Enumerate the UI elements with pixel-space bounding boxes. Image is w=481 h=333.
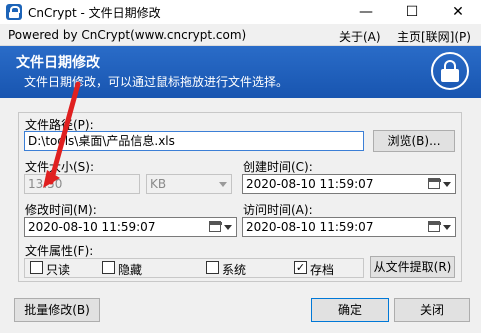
archive-checkbox[interactable]: ✓ <box>294 261 307 274</box>
system-checkbox[interactable] <box>206 261 219 274</box>
menu-about[interactable]: 关于(A) <box>339 28 381 45</box>
batch-modify-button[interactable]: 批量修改(B) <box>14 298 100 322</box>
chevron-down-icon[interactable] <box>224 225 232 230</box>
hidden-label[interactable]: 隐藏 <box>118 261 142 278</box>
lock-body-icon <box>441 69 459 82</box>
menu-home[interactable]: 主页[联网](P) <box>397 28 471 45</box>
window-title: CnCrypt - 文件日期修改 <box>28 6 161 20</box>
close-button[interactable]: 关闭 <box>394 298 470 322</box>
size-label: 文件大小(S): <box>25 160 95 174</box>
readonly-checkbox[interactable] <box>30 261 43 274</box>
accessed-datetime[interactable]: 2020-08-10 11:59:07 <box>242 217 456 237</box>
minimize-button[interactable]: — <box>343 0 389 24</box>
modified-datetime[interactable]: 2020-08-10 11:59:07 <box>24 217 237 237</box>
size-input: 13.50 <box>24 174 140 194</box>
calendar-icon[interactable] <box>209 221 222 232</box>
chevron-down-icon <box>219 182 227 187</box>
cncrypt-lock-icon <box>6 4 22 20</box>
path-input[interactable]: D:\tools\桌面\产品信息.xls <box>24 131 364 151</box>
system-label[interactable]: 系统 <box>222 261 246 278</box>
calendar-icon[interactable] <box>428 178 441 189</box>
chevron-down-icon[interactable] <box>443 182 451 187</box>
banner-subtitle: 文件日期修改，可以通过鼠标拖放进行文件选择。 <box>24 75 289 89</box>
readonly-label[interactable]: 只读 <box>46 261 70 278</box>
created-label: 创建时间(C): <box>243 160 313 174</box>
calendar-icon[interactable] <box>428 221 441 232</box>
powered-by-text: Powered by CnCrypt(www.cncrypt.com) <box>8 28 247 42</box>
hidden-checkbox[interactable] <box>102 261 115 274</box>
created-datetime[interactable]: 2020-08-10 11:59:07 <box>242 174 456 194</box>
attributes-label: 文件属性(F): <box>25 244 94 258</box>
ok-button[interactable]: 确定 <box>311 298 389 322</box>
archive-label[interactable]: 存档 <box>310 261 334 278</box>
accessed-label: 访问时间(A): <box>243 203 313 217</box>
banner-title: 文件日期修改 <box>16 55 100 71</box>
close-window-button[interactable]: ✕ <box>435 0 481 24</box>
modified-label: 修改时间(M): <box>25 203 97 217</box>
extract-from-file-button[interactable]: 从文件提取(R) <box>370 256 455 278</box>
chevron-down-icon[interactable] <box>443 225 451 230</box>
browse-button[interactable]: 浏览(B)... <box>373 130 455 152</box>
maximize-button[interactable]: ☐ <box>389 0 435 24</box>
